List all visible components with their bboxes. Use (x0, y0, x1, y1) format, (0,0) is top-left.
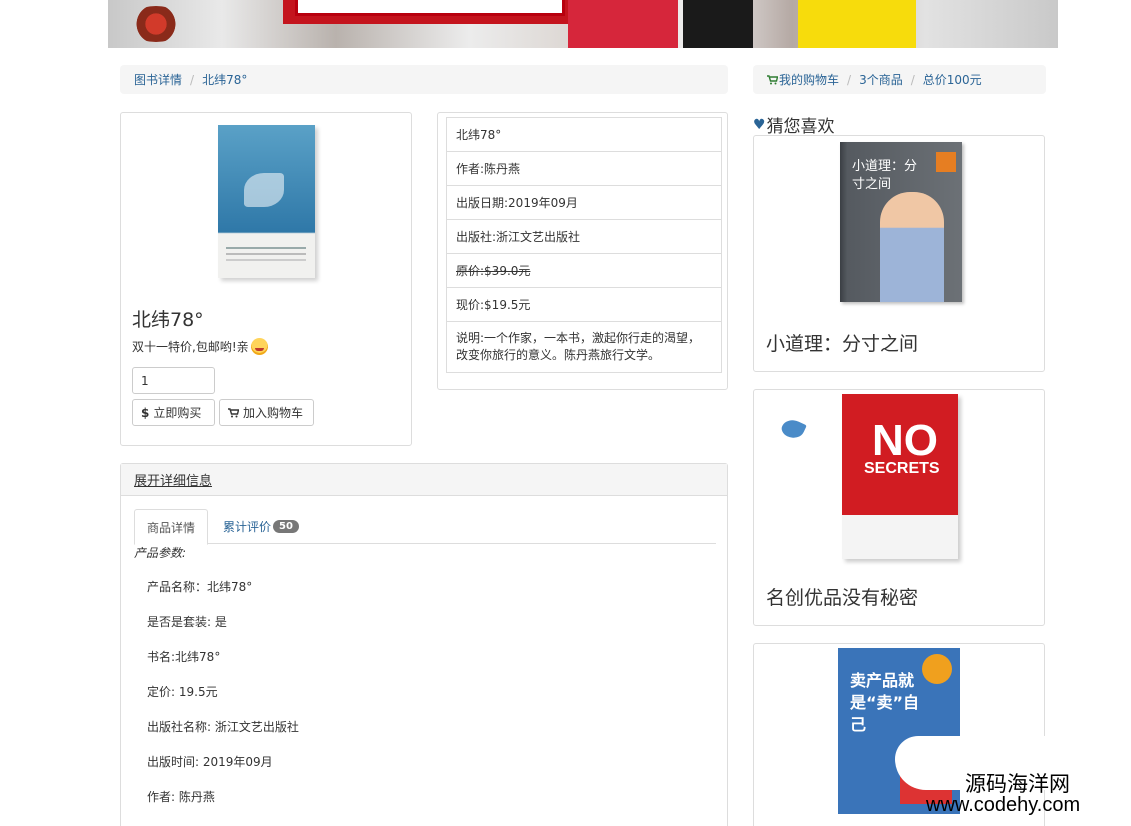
bird-icon (779, 416, 807, 442)
top-banner (108, 0, 1058, 48)
cart-icon (228, 407, 239, 417)
quantity-input[interactable] (132, 367, 215, 394)
watermark-url: www.codehy.com (926, 794, 1081, 816)
cart-breadcrumb: 我的购物车 / 3个商品 / 总价100元 (753, 65, 1046, 94)
buy-now-button[interactable]: $ 立即购买 (132, 399, 215, 426)
banner-berries (126, 6, 186, 42)
add-to-cart-button[interactable]: 加入购物车 (219, 399, 314, 426)
tab-reviews-label: 累计评价 (223, 520, 272, 534)
info-description: 说明:一个作家，一本书，激起你行走的渴望，改变你旅行的意义。陈丹燕旅行文学。 (456, 331, 701, 362)
buy-now-label: 立即购买 (153, 406, 202, 420)
breadcrumb-separator: / (190, 72, 195, 87)
param-item: 出版社名称: 浙江文艺出版社 (147, 720, 299, 734)
product-promo: 双十一特价,包邮哟!亲 (132, 338, 268, 355)
product-panel: 北纬78° 双十一特价,包邮哟!亲 $ 立即购买 加入购物车 (120, 112, 412, 446)
dollar-icon: $ (141, 405, 150, 420)
info-original-price: 原价:$39.0元 (447, 254, 721, 288)
param-item: 定价: 19.5元 (147, 685, 218, 699)
param-item: 产品名称：北纬78° (147, 580, 253, 594)
breadcrumb-separator: / (910, 72, 915, 87)
recommend-card[interactable]: NO SECRETS 名创优品没有秘密 (753, 389, 1045, 626)
original-price-text: 原价:$39.0元 (456, 264, 531, 278)
tab-reviews[interactable]: 累计评价 50 (211, 509, 311, 544)
product-info-panel: 北纬78° 作者:陈丹燕 出版日期:2019年09月 出版社:浙江文艺出版社 原… (437, 112, 728, 390)
param-item: 作者: 陈丹燕 (147, 790, 215, 804)
product-title: 北纬78° (132, 309, 204, 331)
cover-subtitle: SECRETS (864, 460, 940, 477)
product-cover-image[interactable] (218, 125, 315, 278)
breadcrumb-separator: / (847, 72, 852, 87)
detail-panel-header: 展开详细信息 (121, 464, 727, 496)
info-name: 北纬78° (447, 118, 721, 152)
breadcrumb: 图书详情 / 北纬78° (120, 65, 728, 94)
cover-title: 卖产品就是“卖”自己 (850, 671, 920, 734)
recommend-cover-image[interactable]: 小道理：分寸之间 (840, 142, 962, 302)
info-current-price: 现价:$19.5元 (447, 288, 721, 322)
heart-icon: ♥ (753, 116, 766, 133)
breadcrumb-current: 北纬78° (202, 73, 248, 87)
detail-panel: 展开详细信息 商品详情 累计评价 50 产品参数: 产品名称：北纬78° 是否是… (120, 463, 728, 826)
expand-details-link[interactable]: 展开详细信息 (134, 470, 212, 489)
cart-count-link[interactable]: 3个商品 (859, 71, 903, 88)
banner-book-yellow (798, 0, 916, 48)
promo-text: 双十一特价,包邮哟!亲 (132, 340, 249, 354)
banner-book-black (683, 0, 753, 48)
banner-book-red (568, 0, 678, 48)
info-publish-date: 出版日期:2019年09月 (447, 186, 721, 220)
param-item: 是否是套装: 是 (147, 615, 227, 629)
info-publisher: 出版社:浙江文艺出版社 (447, 220, 721, 254)
cart-total: 总价100元 (922, 73, 982, 87)
recommend-book-name[interactable]: 名创优品没有秘密 (766, 583, 918, 610)
cover-title: 小道理：分寸之间 (852, 159, 918, 192)
recommend-cover-image[interactable]: NO SECRETS (842, 394, 958, 559)
my-cart-link[interactable]: 我的购物车 (779, 71, 839, 88)
info-author: 作者:陈丹燕 (447, 152, 721, 186)
params-title: 产品参数: (134, 546, 187, 560)
smiley-emoji-icon (250, 338, 268, 355)
param-item: 书名:北纬78° (147, 650, 221, 664)
recommend-title-text: 猜您喜欢 (766, 117, 835, 137)
recommend-card[interactable]: 小道理：分寸之间 小道理：分寸之间 (753, 135, 1045, 372)
recommend-book-name[interactable]: 小道理：分寸之间 (766, 329, 918, 356)
cart-icon (767, 74, 778, 84)
info-list: 北纬78° 作者:陈丹燕 出版日期:2019年09月 出版社:浙江文艺出版社 原… (446, 117, 722, 373)
review-count-badge: 50 (273, 520, 299, 533)
recommend-title: ♥ 猜您喜欢 (753, 112, 835, 138)
param-item: 出版时间: 2019年09月 (147, 755, 273, 769)
breadcrumb-book-detail[interactable]: 图书详情 (134, 71, 182, 88)
add-to-cart-label: 加入购物车 (243, 406, 304, 420)
cover-title: NO (872, 416, 938, 465)
detail-tabs: 商品详情 累计评价 50 (134, 509, 716, 545)
tab-product-detail[interactable]: 商品详情 (134, 509, 209, 545)
